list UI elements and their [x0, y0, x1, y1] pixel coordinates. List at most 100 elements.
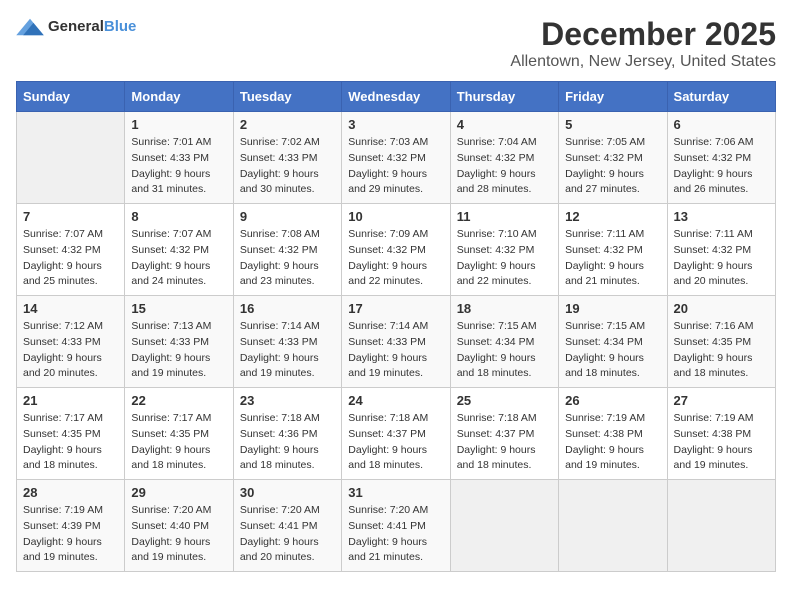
day-info: Sunrise: 7:05 AMSunset: 4:32 PMDaylight:…	[565, 136, 645, 195]
month-year-title: December 2025	[510, 16, 776, 53]
calendar-cell: 12Sunrise: 7:11 AMSunset: 4:32 PMDayligh…	[559, 204, 667, 296]
calendar-cell: 1 Sunrise: 7:01 AMSunset: 4:33 PMDaylight…	[125, 112, 233, 204]
day-number: 23	[240, 393, 335, 408]
calendar-cell	[559, 480, 667, 572]
day-info: Sunrise: 7:16 AMSunset: 4:35 PMDaylight:…	[674, 320, 754, 379]
day-info: Sunrise: 7:18 AMSunset: 4:36 PMDaylight:…	[240, 412, 320, 471]
day-info: Sunrise: 7:19 AMSunset: 4:39 PMDaylight:…	[23, 504, 103, 563]
calendar-cell	[450, 480, 558, 572]
day-info: Sunrise: 7:14 AMSunset: 4:33 PMDaylight:…	[348, 320, 428, 379]
calendar-cell: 13 Sunrise: 7:11 AMSunset: 4:32 PMDayligh…	[667, 204, 775, 296]
calendar-cell: 19 Sunrise: 7:15 AMSunset: 4:34 PMDayligh…	[559, 296, 667, 388]
day-number: 21	[23, 393, 118, 408]
day-number: 24	[348, 393, 443, 408]
page-header: GeneralBlue December 2025 Allentown, New…	[16, 16, 776, 71]
calendar-cell: 17 Sunrise: 7:14 AMSunset: 4:33 PMDayligh…	[342, 296, 450, 388]
calendar-cell: 16Sunrise: 7:14 AMSunset: 4:33 PMDayligh…	[233, 296, 341, 388]
header-monday: Monday	[125, 82, 233, 112]
calendar-cell: 14 Sunrise: 7:12 AMSunset: 4:33 PMDayligh…	[17, 296, 125, 388]
day-info: Sunrise: 7:20 AMSunset: 4:41 PMDaylight:…	[348, 504, 428, 563]
day-number: 17	[348, 301, 443, 316]
day-number: 27	[674, 393, 769, 408]
day-number: 1	[131, 117, 226, 132]
calendar-week-row: 28Sunrise: 7:19 AMSunset: 4:39 PMDayligh…	[17, 480, 776, 572]
day-number: 22	[131, 393, 226, 408]
day-info: Sunrise: 7:15 AMSunset: 4:34 PMDaylight:…	[457, 320, 537, 379]
day-info: Sunrise: 7:20 AMSunset: 4:41 PMDaylight:…	[240, 504, 320, 563]
day-number: 11	[457, 209, 552, 224]
day-number: 5	[565, 117, 660, 132]
day-info: Sunrise: 7:11 AMSunset: 4:32 PMDaylight:…	[565, 228, 644, 287]
title-block: December 2025 Allentown, New Jersey, Uni…	[510, 16, 776, 71]
logo-general: General	[48, 18, 104, 35]
day-number: 2	[240, 117, 335, 132]
day-info: Sunrise: 7:15 AMSunset: 4:34 PMDaylight:…	[565, 320, 645, 379]
logo-blue: Blue	[104, 18, 137, 35]
calendar-cell: 28Sunrise: 7:19 AMSunset: 4:39 PMDayligh…	[17, 480, 125, 572]
calendar-cell: 15 Sunrise: 7:13 AMSunset: 4:33 PMDayligh…	[125, 296, 233, 388]
day-info: Sunrise: 7:12 AMSunset: 4:33 PMDaylight:…	[23, 320, 103, 379]
calendar-cell: 7 Sunrise: 7:07 AMSunset: 4:32 PMDaylight…	[17, 204, 125, 296]
calendar-cell: 20 Sunrise: 7:16 AMSunset: 4:35 PMDayligh…	[667, 296, 775, 388]
day-info: Sunrise: 7:08 AMSunset: 4:32 PMDaylight:…	[240, 228, 320, 287]
calendar-week-row: 14 Sunrise: 7:12 AMSunset: 4:33 PMDayligh…	[17, 296, 776, 388]
day-number: 30	[240, 485, 335, 500]
day-number: 6	[674, 117, 769, 132]
day-info: Sunrise: 7:18 AMSunset: 4:37 PMDaylight:…	[457, 412, 537, 471]
day-number: 15	[131, 301, 226, 316]
day-info: Sunrise: 7:10 AMSunset: 4:32 PMDaylight:…	[457, 228, 537, 287]
calendar-cell: 3Sunrise: 7:03 AMSunset: 4:32 PMDaylight…	[342, 112, 450, 204]
day-number: 13	[674, 209, 769, 224]
day-number: 26	[565, 393, 660, 408]
day-number: 20	[674, 301, 769, 316]
day-info: Sunrise: 7:09 AMSunset: 4:32 PMDaylight:…	[348, 228, 428, 287]
day-info: Sunrise: 7:02 AMSunset: 4:33 PMDaylight:…	[240, 136, 320, 195]
day-info: Sunrise: 7:07 AMSunset: 4:32 PMDaylight:…	[23, 228, 103, 287]
header-friday: Friday	[559, 82, 667, 112]
day-info: Sunrise: 7:19 AMSunset: 4:38 PMDaylight:…	[674, 412, 754, 471]
header-saturday: Saturday	[667, 82, 775, 112]
calendar-cell: 29Sunrise: 7:20 AMSunset: 4:40 PMDayligh…	[125, 480, 233, 572]
calendar-cell: 11 Sunrise: 7:10 AMSunset: 4:32 PMDayligh…	[450, 204, 558, 296]
day-info: Sunrise: 7:01 AMSunset: 4:33 PMDaylight:…	[131, 136, 211, 195]
logo-text: GeneralBlue	[48, 18, 136, 36]
day-info: Sunrise: 7:20 AMSunset: 4:40 PMDaylight:…	[131, 504, 211, 563]
calendar-cell: 4Sunrise: 7:04 AMSunset: 4:32 PMDaylight…	[450, 112, 558, 204]
calendar-cell: 10 Sunrise: 7:09 AMSunset: 4:32 PMDayligh…	[342, 204, 450, 296]
day-info: Sunrise: 7:13 AMSunset: 4:33 PMDaylight:…	[131, 320, 211, 379]
calendar-cell: 5 Sunrise: 7:05 AMSunset: 4:32 PMDaylight…	[559, 112, 667, 204]
calendar-cell: 26 Sunrise: 7:19 AMSunset: 4:38 PMDayligh…	[559, 388, 667, 480]
day-number: 18	[457, 301, 552, 316]
day-number: 10	[348, 209, 443, 224]
day-info: Sunrise: 7:17 AMSunset: 4:35 PMDaylight:…	[23, 412, 103, 471]
calendar-cell: 24 Sunrise: 7:18 AMSunset: 4:37 PMDayligh…	[342, 388, 450, 480]
day-number: 19	[565, 301, 660, 316]
day-info: Sunrise: 7:19 AMSunset: 4:38 PMDaylight:…	[565, 412, 645, 471]
day-info: Sunrise: 7:03 AMSunset: 4:32 PMDaylight:…	[348, 136, 428, 195]
header-wednesday: Wednesday	[342, 82, 450, 112]
header-thursday: Thursday	[450, 82, 558, 112]
calendar-cell: 25 Sunrise: 7:18 AMSunset: 4:37 PMDayligh…	[450, 388, 558, 480]
logo: GeneralBlue	[16, 16, 136, 38]
calendar-cell: 30 Sunrise: 7:20 AMSunset: 4:41 PMDayligh…	[233, 480, 341, 572]
calendar-cell: 27 Sunrise: 7:19 AMSunset: 4:38 PMDayligh…	[667, 388, 775, 480]
day-info: Sunrise: 7:17 AMSunset: 4:35 PMDaylight:…	[131, 412, 211, 471]
day-number: 31	[348, 485, 443, 500]
location-subtitle: Allentown, New Jersey, United States	[510, 53, 776, 71]
day-info: Sunrise: 7:14 AMSunset: 4:33 PMDaylight:…	[240, 320, 320, 379]
day-number: 7	[23, 209, 118, 224]
calendar-week-row: 21 Sunrise: 7:17 AMSunset: 4:35 PMDayligh…	[17, 388, 776, 480]
day-info: Sunrise: 7:06 AMSunset: 4:32 PMDaylight:…	[674, 136, 754, 195]
calendar-cell: 9Sunrise: 7:08 AMSunset: 4:32 PMDaylight…	[233, 204, 341, 296]
header-tuesday: Tuesday	[233, 82, 341, 112]
day-number: 4	[457, 117, 552, 132]
day-number: 8	[131, 209, 226, 224]
calendar-cell	[667, 480, 775, 572]
calendar-cell: 31 Sunrise: 7:20 AMSunset: 4:41 PMDayligh…	[342, 480, 450, 572]
calendar-cell: 23 Sunrise: 7:18 AMSunset: 4:36 PMDayligh…	[233, 388, 341, 480]
calendar-cell: 8Sunrise: 7:07 AMSunset: 4:32 PMDaylight…	[125, 204, 233, 296]
day-number: 14	[23, 301, 118, 316]
day-info: Sunrise: 7:11 AMSunset: 4:32 PMDaylight:…	[674, 228, 753, 287]
day-info: Sunrise: 7:18 AMSunset: 4:37 PMDaylight:…	[348, 412, 428, 471]
day-number: 25	[457, 393, 552, 408]
